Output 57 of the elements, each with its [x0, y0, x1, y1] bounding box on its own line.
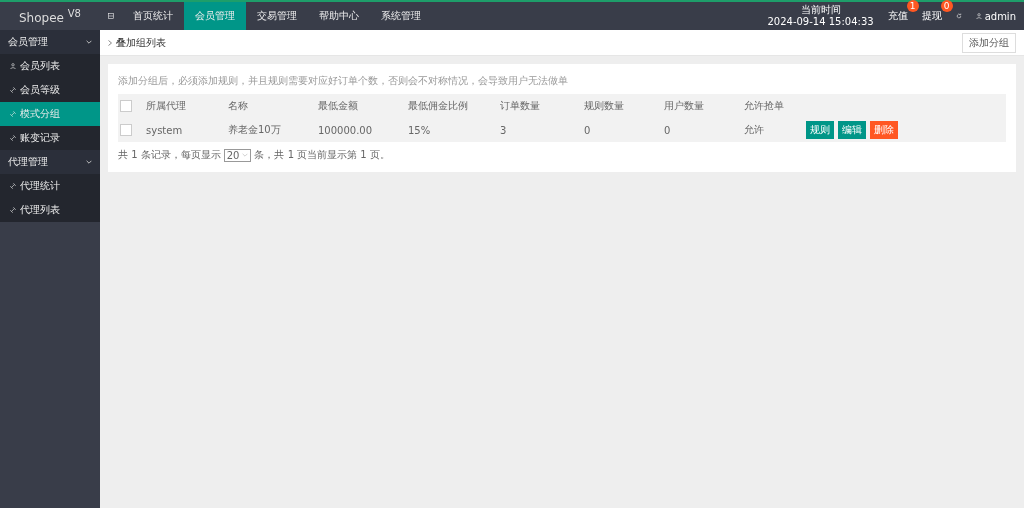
column-header: 订单数量 — [500, 99, 540, 113]
sidebar-group[interactable]: 会员管理 — [0, 30, 100, 54]
add-group-button[interactable]: 添加分组 — [962, 32, 1016, 53]
checkbox[interactable] — [120, 124, 132, 136]
column-header: 规则数量 — [584, 99, 624, 113]
user-icon — [10, 63, 16, 69]
sidebar-item[interactable]: 会员等级 — [0, 78, 100, 102]
link-icon — [10, 87, 16, 93]
page-size-select[interactable]: 20 — [223, 148, 252, 162]
sidebar-item[interactable]: 会员列表 — [0, 54, 100, 78]
top-action-link[interactable]: 充值 — [887, 10, 908, 21]
table-cell: 0 — [664, 124, 671, 136]
logo: Shopee $^{V8}$ — [18, 7, 82, 25]
link-icon — [10, 207, 16, 213]
pagination-text: 共 1 条记录，每页显示 — [118, 148, 221, 162]
table-cell: 15% — [408, 124, 431, 136]
table-cell: system — [146, 124, 183, 136]
top-action-link[interactable]: 提现 — [921, 10, 942, 21]
sidebar-item[interactable]: 账变记录 — [0, 126, 100, 150]
table-cell: 100000.00 — [318, 124, 373, 136]
count-badge: 0 — [940, 0, 953, 12]
chevron-right-icon — [108, 39, 112, 46]
column-header: 所属代理 — [146, 99, 186, 113]
table-cell: 允许 — [744, 123, 764, 137]
link-icon — [10, 111, 16, 117]
hint-text: 添加分组后，必须添加规则，并且规则需要对应好订单个数，否则会不对称情况，会导致用户无法做单 — [118, 74, 569, 88]
clock: 当前时间 2024-09-14 15:04:33 — [767, 4, 874, 28]
table-cell: 养老金10万 — [228, 123, 281, 137]
nav-tab[interactable]: 帮助中心 — [308, 2, 370, 30]
refresh-icon[interactable] — [955, 13, 962, 19]
column-header: 用户数量 — [664, 99, 704, 113]
chevron-icon — [86, 160, 92, 164]
nav-tab[interactable]: 交易管理 — [246, 2, 308, 30]
nav-tab[interactable]: 首页统计 — [122, 2, 184, 30]
user-menu[interactable]: admin — [975, 10, 1016, 22]
table-cell: 0 — [584, 124, 591, 136]
nav-tab[interactable]: 系统管理 — [370, 2, 432, 30]
count-badge: 1 — [906, 0, 919, 12]
column-header: 最低佣金比例 — [408, 99, 468, 113]
column-header: 允许抢单 — [744, 99, 784, 113]
link-icon — [10, 183, 16, 189]
sidebar-item[interactable]: 代理统计 — [0, 174, 100, 198]
menu-icon[interactable] — [108, 13, 114, 19]
breadcrumb: 叠加组列表 — [116, 35, 166, 50]
user-icon — [975, 13, 982, 19]
column-header: 名称 — [228, 99, 248, 113]
column-header: 最低金额 — [318, 99, 358, 113]
action-button[interactable]: 规则 — [806, 121, 834, 139]
checkbox[interactable] — [120, 100, 132, 112]
sidebar-group[interactable]: 代理管理 — [0, 150, 100, 174]
pagination-text: 条，共 1 页当前显示第 1 页。 — [254, 148, 390, 162]
table-cell: 3 — [500, 124, 507, 136]
chevron-icon — [86, 40, 92, 44]
sidebar-item[interactable]: 代理列表 — [0, 198, 100, 222]
action-button[interactable]: 编辑 — [838, 121, 866, 139]
chevron-icon — [242, 153, 249, 157]
link-icon — [10, 135, 16, 141]
